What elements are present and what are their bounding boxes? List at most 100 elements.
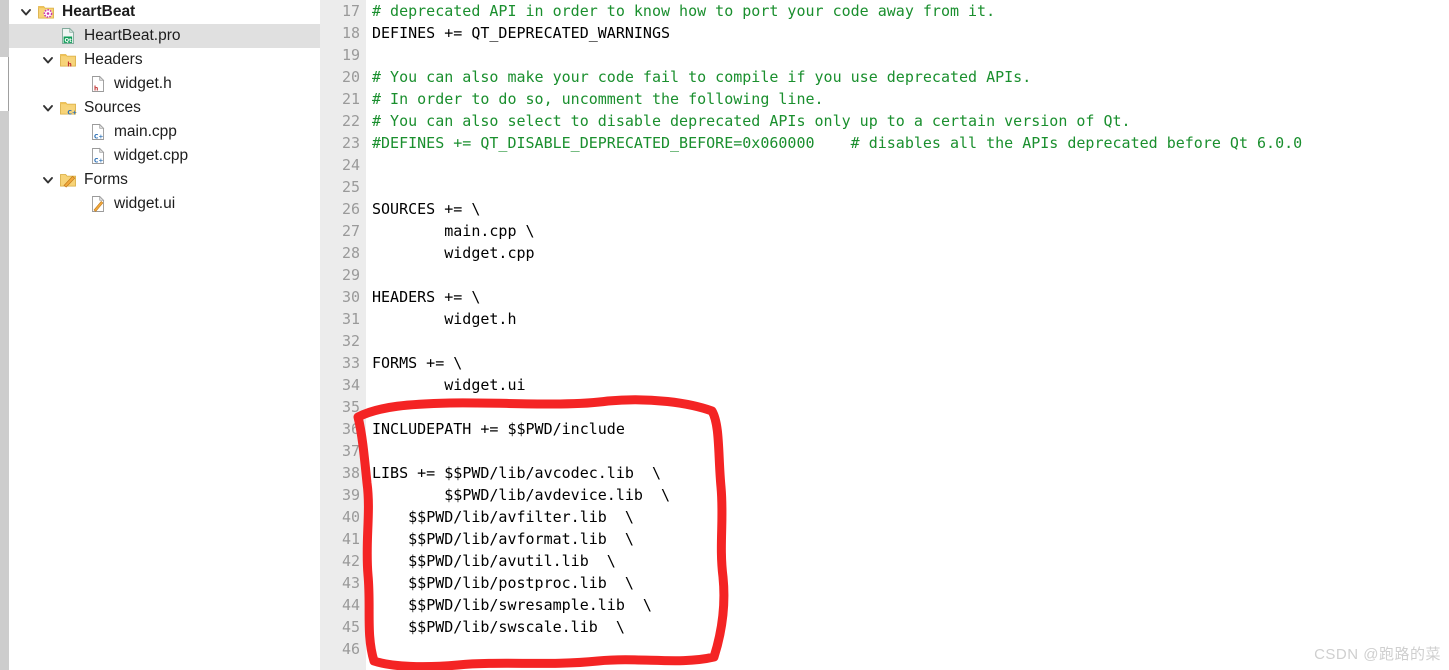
tree-item-sources[interactable]: C+ Sources xyxy=(9,96,320,120)
tree-item-widget-h[interactable]: h widget.h xyxy=(9,72,320,96)
chevron-down-icon[interactable] xyxy=(40,172,56,188)
code-line[interactable]: 44 $$PWD/lib/swresample.lib \ xyxy=(320,594,1449,616)
chevron-down-icon[interactable] xyxy=(18,4,34,20)
svg-text:C+: C+ xyxy=(94,158,103,165)
token-plain: /lib/postproc.lib \ xyxy=(453,574,634,592)
line-number: 33 xyxy=(341,354,360,372)
tree-item-label: widget.ui xyxy=(114,195,176,212)
code-line[interactable]: 31 widget.h xyxy=(320,308,1449,330)
code-line[interactable]: 34 widget.ui xyxy=(320,374,1449,396)
token-keyword: FORMS xyxy=(372,354,418,372)
tree-item-headers[interactable]: h Headers xyxy=(9,48,320,72)
code-line[interactable]: 25 xyxy=(320,176,1449,198)
tree-item-label: Sources xyxy=(84,99,141,116)
line-number: 42 xyxy=(341,552,360,570)
line-number: 22 xyxy=(341,112,360,130)
scrollbar-thumb[interactable] xyxy=(0,57,9,111)
line-number: 21 xyxy=(341,90,360,108)
token-plain: widget.h xyxy=(372,310,517,328)
code-line[interactable]: 41 $$PWD/lib/avformat.lib \ xyxy=(320,528,1449,550)
line-number: 29 xyxy=(341,266,360,284)
code-content[interactable]: 17 # deprecated API in order to know how … xyxy=(320,0,1449,660)
token-plain: /lib/swscale.lib \ xyxy=(453,618,625,636)
token-dollar: $$ xyxy=(408,552,427,570)
line-number: 20 xyxy=(341,68,360,86)
csdn-watermark: CSDN @跑路的菜 xyxy=(1314,646,1441,663)
code-text: #DEFINES += QT_DISABLE_DEPRECATED_BEFORE… xyxy=(372,132,1302,154)
code-text: $$PWD/lib/avfilter.lib \ xyxy=(372,506,634,528)
chevron-down-icon[interactable] xyxy=(40,100,56,116)
code-line[interactable]: 24 xyxy=(320,154,1449,176)
chevron-down-icon[interactable] xyxy=(40,52,56,68)
code-line[interactable]: 40 $$PWD/lib/avfilter.lib \ xyxy=(320,506,1449,528)
token-comment: # In order to do so, uncomment the follo… xyxy=(372,90,824,108)
vertical-scrollbar[interactable] xyxy=(0,0,9,670)
code-line[interactable]: 38 LIBS += $$PWD/lib/avcodec.lib \ xyxy=(320,462,1449,484)
line-number: 35 xyxy=(341,398,360,416)
line-number: 27 xyxy=(341,222,360,240)
token-string: /include xyxy=(552,420,625,438)
svg-text:h: h xyxy=(67,61,71,68)
token-variable: PWD xyxy=(426,574,454,592)
line-number: 34 xyxy=(341,376,360,394)
code-line[interactable]: 29 xyxy=(320,264,1449,286)
code-text: FORMS += \ xyxy=(372,352,462,374)
token-dollar: $$ xyxy=(408,530,427,548)
svg-text:C+: C+ xyxy=(67,109,77,116)
code-line[interactable]: 42 $$PWD/lib/avutil.lib \ xyxy=(320,550,1449,572)
code-line[interactable]: 22 # You can also select to disable depre… xyxy=(320,110,1449,132)
code-text: $$PWD/lib/swresample.lib \ xyxy=(372,594,652,616)
code-text: main.cpp \ xyxy=(372,220,534,242)
tree-item-main-cpp[interactable]: C+ main.cpp xyxy=(9,120,320,144)
code-line[interactable]: 33 FORMS += \ xyxy=(320,352,1449,374)
code-line[interactable]: 37 xyxy=(320,440,1449,462)
project-tree: HeartBeat Qt HeartBeat.pro h Headers h widget.… xyxy=(9,0,320,670)
code-text: # You can also make your code fail to co… xyxy=(372,66,1031,88)
code-text: $$PWD/lib/avutil.lib \ xyxy=(372,550,616,572)
line-number: 19 xyxy=(341,46,360,64)
line-number: 26 xyxy=(341,200,360,218)
tree-item-widget-ui[interactable]: widget.ui xyxy=(9,192,320,216)
line-number: 32 xyxy=(341,332,360,350)
code-line[interactable]: 23 #DEFINES += QT_DISABLE_DEPRECATED_BEFO… xyxy=(320,132,1449,154)
token-comment: # deprecated API in order to know how to… xyxy=(372,2,996,20)
code-line[interactable]: 17 # deprecated API in order to know how … xyxy=(320,0,1449,22)
token-plain: += xyxy=(408,464,445,482)
line-number: 24 xyxy=(341,156,360,174)
token-keyword: SOURCES xyxy=(372,200,436,218)
code-line[interactable]: 45 $$PWD/lib/swscale.lib \ xyxy=(320,616,1449,638)
token-plain: += \ xyxy=(435,200,481,218)
code-text: LIBS += $$PWD/lib/avcodec.lib \ xyxy=(372,462,661,484)
code-line[interactable]: 39 $$PWD/lib/avdevice.lib \ xyxy=(320,484,1449,506)
code-line[interactable]: 19 xyxy=(320,44,1449,66)
tree-item-heartbeat-pro[interactable]: Qt HeartBeat.pro xyxy=(9,24,320,48)
code-line[interactable]: 20 # You can also make your code fail to … xyxy=(320,66,1449,88)
tree-item-label: widget.cpp xyxy=(114,147,189,164)
header-file-icon: h xyxy=(89,75,107,93)
tree-item-forms[interactable]: Forms xyxy=(9,168,320,192)
code-text: INCLUDEPATH += $$PWD/include xyxy=(372,418,625,440)
code-line[interactable]: 18 DEFINES += QT_DEPRECATED_WARNINGS xyxy=(320,22,1449,44)
code-line[interactable]: 35 xyxy=(320,396,1449,418)
code-line[interactable]: 30 HEADERS += \ xyxy=(320,286,1449,308)
code-line[interactable]: 21 # In order to do so, uncomment the fol… xyxy=(320,88,1449,110)
code-line[interactable]: 32 xyxy=(320,330,1449,352)
token-plain: /lib/swresample.lib \ xyxy=(453,596,652,614)
code-line[interactable]: 43 $$PWD/lib/postproc.lib \ xyxy=(320,572,1449,594)
code-line[interactable]: 27 main.cpp \ xyxy=(320,220,1449,242)
code-line[interactable]: 28 widget.cpp xyxy=(320,242,1449,264)
tree-item-widget-cpp[interactable]: C+ widget.cpp xyxy=(9,144,320,168)
tree-item-heartbeat[interactable]: HeartBeat xyxy=(9,0,320,24)
code-line[interactable]: 36 INCLUDEPATH += $$PWD/include xyxy=(320,418,1449,440)
token-dollar: $$ xyxy=(408,574,427,592)
code-line[interactable]: 46 xyxy=(320,638,1449,660)
tree-item-label: Forms xyxy=(84,171,128,188)
line-number: 44 xyxy=(341,596,360,614)
code-line[interactable]: 26 SOURCES += \ xyxy=(320,198,1449,220)
line-number: 31 xyxy=(341,310,360,328)
pro-file-editor[interactable]: 17 # deprecated API in order to know how … xyxy=(320,0,1449,670)
svg-text:Qt: Qt xyxy=(65,38,73,44)
